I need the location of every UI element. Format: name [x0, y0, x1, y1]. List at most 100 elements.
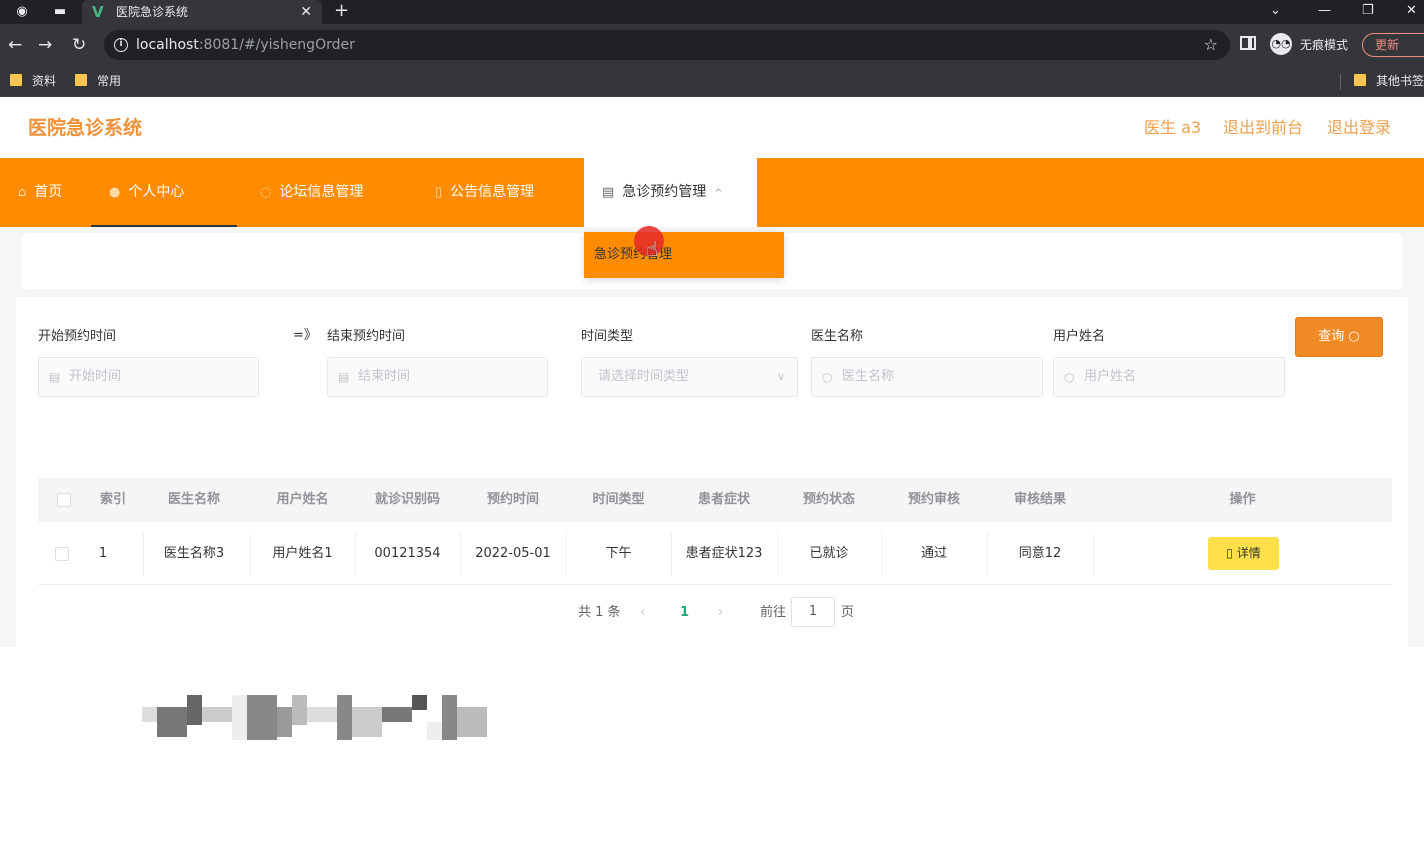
search-icon: ○	[1348, 329, 1360, 344]
tab-grid-icon[interactable]: ▬	[52, 4, 68, 20]
browser-tab-bar: ◉ ▬ V 医院急诊系统 ✕ + ⌄ — ❐ ✕	[0, 0, 1424, 24]
cell-review-result: 同意12	[1018, 546, 1062, 561]
tab-search-icon[interactable]: ⌄	[1270, 2, 1281, 20]
folder-icon	[1354, 74, 1366, 86]
bookmark-folder-other[interactable]: 其他书签	[1354, 71, 1424, 91]
side-panel-icon[interactable]	[1240, 36, 1256, 50]
notice-icon: ▯	[435, 185, 443, 200]
mosaic-block	[382, 707, 412, 722]
bookmarks-bar: 资料 常用 其他书签	[0, 66, 1424, 97]
column-header: 时间类型	[592, 492, 645, 507]
forum-icon: ◌	[260, 185, 272, 200]
page-number-current[interactable]: 1	[680, 600, 689, 626]
bookmark-folder[interactable]: 常用	[75, 71, 121, 91]
cell-doctor-name: 医生名称3	[163, 546, 225, 561]
start-time-input[interactable]: ▤ 开始时间	[38, 357, 259, 397]
main-menu: ⌂ 首页 ● 个人中心 ◌ 论坛信息管理 ▯ 公告信息管理 ▤ 急诊预约管理 ^	[0, 158, 1424, 227]
bookmark-separator	[1340, 74, 1341, 90]
folder-icon	[75, 74, 87, 86]
cell-visit-code: 00121354	[374, 546, 441, 561]
doctor-name-input[interactable]: ○ 医生名称	[811, 357, 1043, 397]
vue-logo-icon: V	[92, 3, 104, 21]
user-name-label: 用户姓名	[1053, 329, 1106, 344]
user-icon: ●	[109, 185, 121, 200]
table-header: 索引 医生名称 用户姓名 就诊识别码 预约时间 时间类型 患者症状 预约状态 预…	[38, 478, 1392, 522]
end-time-label: 结束预约时间	[327, 329, 406, 344]
mosaic-block	[337, 695, 352, 740]
submenu-dropdown: 急诊预约管理	[584, 232, 784, 278]
time-type-select[interactable]: 请选择时间类型 ∨	[581, 357, 798, 397]
document-icon: ▯	[1226, 546, 1233, 560]
table-row: 1 医生名称3 用户姓名1 00121354 2022-05-01 下午 患者症…	[38, 522, 1392, 585]
column-header: 预约状态	[802, 492, 855, 507]
end-time-input[interactable]: ▤ 结束时间	[327, 357, 548, 397]
menu-item-emergency-booking[interactable]: ▤ 急诊预约管理 ^	[584, 158, 757, 227]
menu-item-notice[interactable]: ▯ 公告信息管理	[417, 158, 552, 227]
mosaic-block	[457, 707, 487, 737]
mosaic-block	[142, 707, 157, 722]
menu-item-personal-center[interactable]: ● 个人中心	[91, 158, 237, 227]
column-header: 就诊识别码	[374, 492, 440, 507]
browser-toolbar: ← → ↻ i localhost:8081/#/yishengOrder ☆ …	[0, 24, 1424, 66]
calendar-icon: ▤	[49, 370, 61, 384]
forward-icon[interactable]: →	[38, 35, 52, 55]
chevron-up-icon: ^	[714, 188, 723, 199]
mosaic-block	[247, 695, 277, 740]
close-tab-icon[interactable]: ✕	[300, 3, 312, 21]
goto-page-input[interactable]: 1	[791, 597, 835, 627]
address-bar[interactable]: i localhost:8081/#/yishengOrder ☆	[104, 30, 1230, 60]
minimize-icon[interactable]: —	[1318, 2, 1331, 20]
prev-page-icon[interactable]: ‹	[640, 600, 645, 626]
column-header: 操作	[1229, 492, 1256, 507]
select-all-checkbox[interactable]	[57, 493, 71, 507]
mosaic-block	[307, 707, 337, 722]
new-tab-button[interactable]: +	[334, 1, 349, 21]
app-header: 医院急诊系统 医生 a3 退出到前台 退出登录	[0, 97, 1424, 158]
menu-item-home[interactable]: ⌂ 首页	[0, 158, 80, 227]
restore-icon[interactable]: ❐	[1362, 2, 1374, 20]
next-page-icon[interactable]: ›	[718, 600, 723, 626]
bookmark-folder[interactable]: 资料	[10, 71, 56, 91]
browser-tab[interactable]: V 医院急诊系统 ✕	[82, 0, 322, 24]
cell-index: 1	[98, 546, 108, 561]
pagination-total: 共 1 条	[578, 605, 621, 620]
cell-booking-time: 2022-05-01	[475, 546, 551, 561]
mosaic-block	[412, 695, 427, 710]
menu-item-forum[interactable]: ◌ 论坛信息管理	[242, 158, 381, 227]
calendar-icon: ▤	[338, 370, 350, 384]
window-close-icon[interactable]: ✕	[1406, 2, 1417, 20]
query-button[interactable]: 查询 ○	[1295, 317, 1383, 357]
incognito-icon[interactable]: ◔◔	[1270, 33, 1292, 55]
chevron-down-icon: ∨	[776, 370, 785, 383]
site-info-icon[interactable]: i	[114, 38, 128, 52]
cell-symptoms: 患者症状123	[685, 546, 763, 561]
logout-link[interactable]: 退出登录	[1327, 118, 1391, 138]
list-panel	[16, 297, 1408, 647]
column-header: 索引	[99, 492, 126, 507]
row-checkbox[interactable]	[55, 547, 69, 561]
back-icon[interactable]: ←	[8, 35, 22, 55]
goto-label: 前往	[760, 605, 787, 620]
page-suffix: 页	[841, 605, 855, 620]
bookmark-star-icon[interactable]: ☆	[1204, 35, 1218, 55]
globe-icon[interactable]: ◉	[14, 4, 30, 20]
current-user: 医生 a3	[1144, 118, 1202, 137]
folder-icon	[10, 74, 22, 86]
search-icon: ○	[1064, 370, 1075, 384]
column-header: 审核结果	[1013, 492, 1066, 507]
update-button[interactable]: 更新	[1362, 33, 1424, 57]
column-header: 患者症状	[697, 492, 750, 507]
mosaic-block	[442, 695, 457, 740]
url-text: localhost:8081/#/yishengOrder	[136, 37, 355, 53]
exit-to-front-link[interactable]: 退出到前台	[1223, 118, 1303, 138]
tab-title: 医院急诊系统	[116, 5, 189, 19]
detail-button[interactable]: ▯ 详情	[1208, 537, 1279, 570]
app-title: 医院急诊系统	[28, 117, 143, 139]
column-header: 用户姓名	[276, 492, 329, 507]
cell-user-name: 用户姓名1	[272, 546, 333, 561]
mosaic-block	[277, 707, 292, 737]
reload-icon[interactable]: ↻	[72, 35, 86, 55]
search-icon: ○	[822, 370, 833, 384]
user-name-input[interactable]: ○ 用户姓名	[1053, 357, 1285, 397]
mosaic-block	[187, 695, 202, 725]
